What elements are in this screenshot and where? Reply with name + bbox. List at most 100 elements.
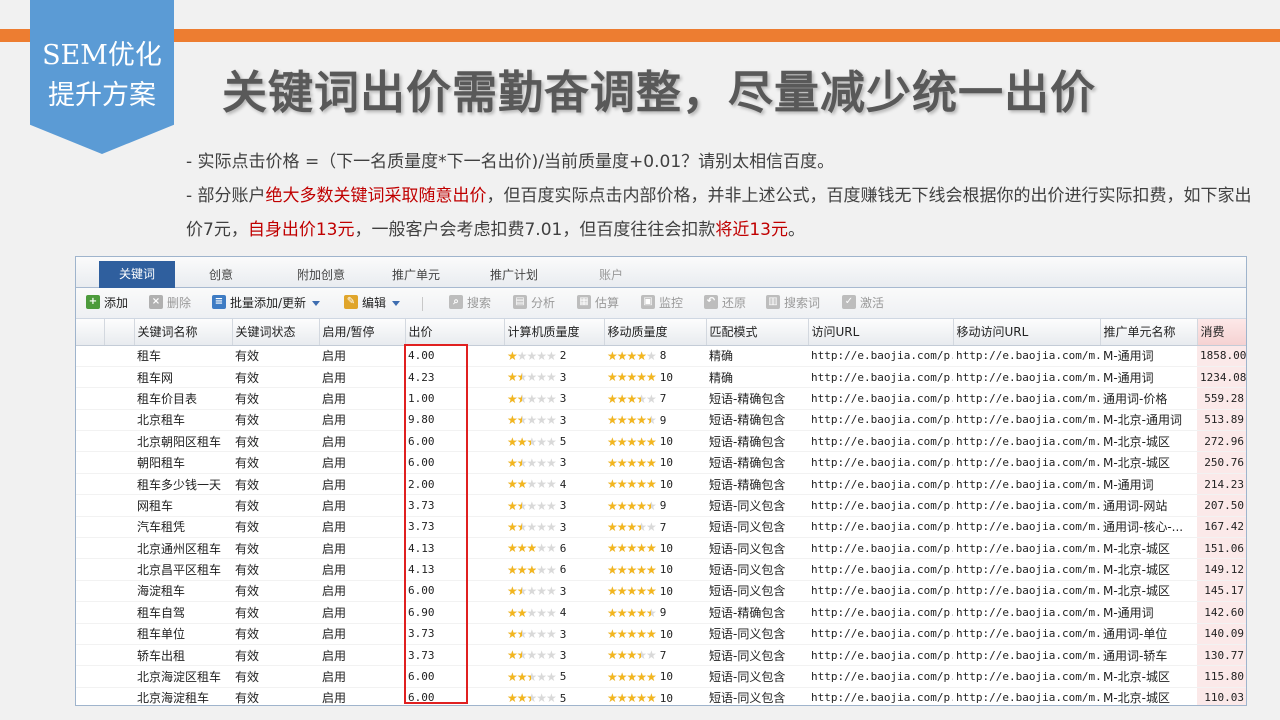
table-row[interactable]: 北京海淀租车有效启用6.00★★★★★★★★★★5★★★★★★★★★★10短语-… bbox=[76, 687, 1246, 705]
bid-cell[interactable]: 4.23 bbox=[405, 366, 504, 389]
tab-account[interactable]: 账户 bbox=[576, 263, 646, 288]
restore-button[interactable]: ↶ 还原 bbox=[704, 288, 746, 319]
keyword-cell[interactable]: 北京朝阳区租车 bbox=[134, 430, 232, 453]
row-checkbox[interactable] bbox=[104, 451, 134, 474]
batch-add-button[interactable]: ≡ 批量添加/更新 bbox=[212, 288, 321, 319]
chevron-down-icon[interactable] bbox=[392, 301, 401, 306]
tab-keywords[interactable]: 关键词 bbox=[99, 261, 175, 288]
bid-cell[interactable]: 3.73 bbox=[405, 516, 504, 539]
col-mobile-quality[interactable]: 移动质量度 bbox=[604, 319, 707, 346]
keyword-cell[interactable]: 汽车租凭 bbox=[134, 516, 232, 539]
table-row[interactable]: 网租车有效启用3.73★★★★★★★★★★3★★★★★★★★★★9短语-同义包含… bbox=[76, 494, 1246, 517]
row-checkbox[interactable] bbox=[104, 558, 134, 581]
keyword-cell[interactable]: 租车多少钱一天 bbox=[134, 473, 232, 496]
col-pc-quality[interactable]: 计算机质量度 bbox=[504, 319, 605, 346]
row-checkbox[interactable] bbox=[104, 623, 134, 645]
col-keyword[interactable]: 关键词名称 bbox=[134, 319, 233, 346]
table-row[interactable]: 北京海淀区租车有效启用6.00★★★★★★★★★★5★★★★★★★★★★10短语… bbox=[76, 665, 1246, 688]
keyword-cell[interactable]: 北京昌平区租车 bbox=[134, 558, 232, 581]
bid-cell[interactable]: 6.00 bbox=[405, 687, 504, 705]
table-row[interactable]: 北京通州区租车有效启用4.13★★★★★★★★★★6★★★★★★★★★★10短语… bbox=[76, 537, 1246, 560]
keyword-cell[interactable]: 租车网 bbox=[134, 366, 232, 389]
col-url[interactable]: 访问URL bbox=[808, 319, 954, 346]
keyword-cell[interactable]: 北京海淀租车 bbox=[134, 687, 232, 705]
row-checkbox[interactable] bbox=[104, 366, 134, 389]
bid-cell[interactable]: 1.00 bbox=[405, 387, 504, 410]
table-row[interactable]: 北京昌平区租车有效启用4.13★★★★★★★★★★6★★★★★★★★★★10短语… bbox=[76, 558, 1246, 581]
row-checkbox[interactable] bbox=[104, 494, 134, 517]
add-button[interactable]: + 添加 bbox=[86, 288, 128, 319]
table-row[interactable]: 轿车出租有效启用3.73★★★★★★★★★★3★★★★★★★★★★7短语-同义包… bbox=[76, 644, 1246, 667]
row-checkbox[interactable] bbox=[104, 601, 134, 624]
tab-ad-groups[interactable]: 推广单元 bbox=[376, 263, 456, 288]
table-row[interactable]: 汽车租凭有效启用3.73★★★★★★★★★★3★★★★★★★★★★7短语-同义包… bbox=[76, 516, 1246, 539]
row-checkbox[interactable] bbox=[104, 345, 134, 367]
keyword-cell[interactable]: 朝阳租车 bbox=[134, 451, 232, 474]
bid-cell[interactable]: 3.73 bbox=[405, 644, 504, 667]
keyword-cell[interactable]: 海淀租车 bbox=[134, 580, 232, 603]
chevron-down-icon[interactable] bbox=[312, 301, 321, 306]
estimate-button[interactable]: ▦ 估算 bbox=[577, 288, 619, 319]
row-checkbox[interactable] bbox=[104, 644, 134, 667]
col-ad-group[interactable]: 推广单元名称 bbox=[1100, 319, 1198, 346]
table-row[interactable]: 朝阳租车有效启用6.00★★★★★★★★★★3★★★★★★★★★★10短语-精确… bbox=[76, 451, 1246, 474]
delete-button[interactable]: × 删除 bbox=[149, 288, 191, 319]
table-row[interactable]: 租车自驾有效启用6.90★★★★★★★★★★4★★★★★★★★★★9短语-精确包… bbox=[76, 601, 1246, 624]
keyword-cell[interactable]: 租车 bbox=[134, 345, 232, 367]
table-row[interactable]: 北京朝阳区租车有效启用6.00★★★★★★★★★★5★★★★★★★★★★10短语… bbox=[76, 430, 1246, 453]
analyze-button[interactable]: ▤ 分析 bbox=[513, 288, 555, 319]
search-button[interactable]: ⌕ 搜索 bbox=[449, 288, 491, 319]
tab-campaigns[interactable]: 推广计划 bbox=[474, 263, 554, 288]
table-row[interactable]: 租车网有效启用4.23★★★★★★★★★★3★★★★★★★★★★10精确http… bbox=[76, 366, 1246, 389]
row-checkbox[interactable] bbox=[104, 409, 134, 432]
tab-extensions[interactable]: 附加创意 bbox=[276, 263, 366, 288]
keyword-cell[interactable]: 租车自驾 bbox=[134, 601, 232, 624]
bid-cell[interactable]: 4.00 bbox=[405, 345, 504, 367]
keyword-cell[interactable]: 北京租车 bbox=[134, 409, 232, 432]
bid-cell[interactable]: 4.13 bbox=[405, 537, 504, 560]
activate-button[interactable]: ✓ 激活 bbox=[842, 288, 884, 319]
row-checkbox[interactable] bbox=[104, 580, 134, 603]
col-spend[interactable]: 消费 bbox=[1197, 319, 1246, 346]
bid-cell[interactable]: 6.00 bbox=[405, 665, 504, 688]
bid-cell[interactable]: 9.80 bbox=[405, 409, 504, 432]
keyword-cell[interactable]: 网租车 bbox=[134, 494, 232, 517]
checkbox-header[interactable] bbox=[104, 319, 135, 346]
match-type-cell: 精确 bbox=[706, 366, 808, 389]
col-match-type[interactable]: 匹配模式 bbox=[706, 319, 809, 346]
keyword-cell[interactable]: 租车价目表 bbox=[134, 387, 232, 410]
row-checkbox[interactable] bbox=[104, 687, 134, 705]
table-row[interactable]: 租车多少钱一天有效启用2.00★★★★★★★★★★4★★★★★★★★★★10短语… bbox=[76, 473, 1246, 496]
bid-cell[interactable]: 6.00 bbox=[405, 430, 504, 453]
keyword-cell[interactable]: 租车单位 bbox=[134, 623, 232, 645]
keyword-cell[interactable]: 北京通州区租车 bbox=[134, 537, 232, 560]
row-checkbox[interactable] bbox=[104, 473, 134, 496]
col-status[interactable]: 关键词状态 bbox=[232, 319, 320, 346]
monitor-button[interactable]: ▣ 监控 bbox=[641, 288, 683, 319]
tab-creatives[interactable]: 创意 bbox=[186, 263, 256, 288]
table-row[interactable]: 海淀租车有效启用6.00★★★★★★★★★★3★★★★★★★★★★10短语-同义… bbox=[76, 580, 1246, 603]
bid-cell[interactable]: 6.90 bbox=[405, 601, 504, 624]
table-row[interactable]: 租车有效启用4.00★★★★★★★★★★2★★★★★★★★★★8精确http:/… bbox=[76, 345, 1246, 367]
col-bid[interactable]: 出价 bbox=[405, 319, 505, 346]
bid-cell[interactable]: 6.00 bbox=[405, 580, 504, 603]
edit-button[interactable]: ✎ 编辑 bbox=[344, 288, 401, 319]
keyword-cell[interactable]: 轿车出租 bbox=[134, 644, 232, 667]
table-row[interactable]: 租车价目表有效启用1.00★★★★★★★★★★3★★★★★★★★★★7短语-精确… bbox=[76, 387, 1246, 410]
col-enable[interactable]: 启用/暂停 bbox=[319, 319, 406, 346]
bid-cell[interactable]: 4.13 bbox=[405, 558, 504, 581]
row-checkbox[interactable] bbox=[104, 516, 134, 539]
bid-cell[interactable]: 3.73 bbox=[405, 623, 504, 645]
keyword-cell[interactable]: 北京海淀区租车 bbox=[134, 665, 232, 688]
row-checkbox[interactable] bbox=[104, 665, 134, 688]
col-mobile-url[interactable]: 移动访问URL bbox=[953, 319, 1101, 346]
bid-cell[interactable]: 6.00 bbox=[405, 451, 504, 474]
bid-cell[interactable]: 3.73 bbox=[405, 494, 504, 517]
table-row[interactable]: 租车单位有效启用3.73★★★★★★★★★★3★★★★★★★★★★10短语-同义… bbox=[76, 623, 1246, 645]
search-term-button[interactable]: ▥ 搜索词 bbox=[766, 288, 820, 319]
row-checkbox[interactable] bbox=[104, 430, 134, 453]
table-row[interactable]: 北京租车有效启用9.80★★★★★★★★★★3★★★★★★★★★★9短语-精确包… bbox=[76, 409, 1246, 432]
bid-cell[interactable]: 2.00 bbox=[405, 473, 504, 496]
row-checkbox[interactable] bbox=[104, 387, 134, 410]
row-checkbox[interactable] bbox=[104, 537, 134, 560]
